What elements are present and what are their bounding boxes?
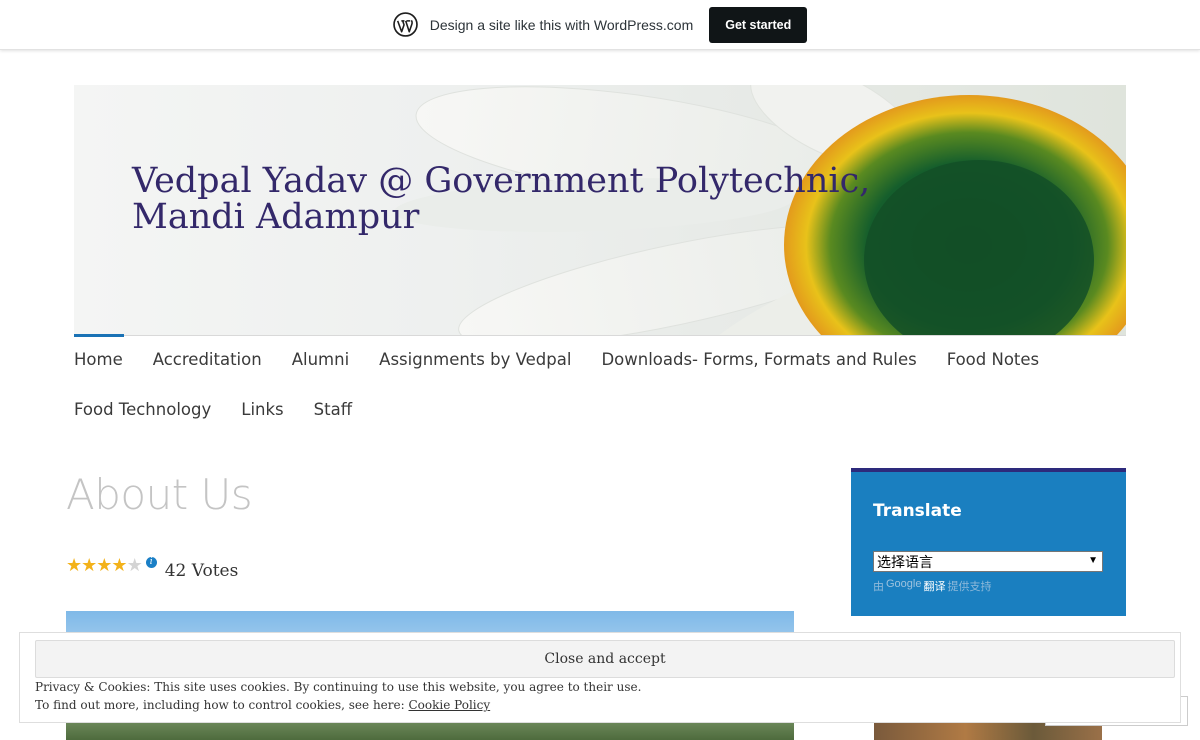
wordpress-logo-icon[interactable] [392, 12, 418, 37]
info-icon[interactable]: i [145, 556, 157, 568]
post-rating: ★ ★ ★ ★ ★ i 42 Votes [66, 549, 238, 581]
nav-item-accreditation[interactable]: Accreditation [153, 350, 262, 369]
wordpress-promo-bar: Design a site like this with WordPress.c… [0, 0, 1200, 50]
star-icon[interactable]: ★ [66, 556, 82, 574]
star-icon[interactable]: ★ [96, 556, 112, 574]
translate-widget: Translate 选择语言 ▼ 由 Google 翻译 提供支持 [851, 468, 1126, 616]
nav-row-1: Home Accreditation Alumni Assignments by… [74, 350, 1069, 369]
powered-by-prefix: 由 [873, 581, 884, 593]
nav-item-home[interactable]: Home [74, 350, 123, 369]
active-nav-indicator [74, 334, 124, 337]
translate-link[interactable]: 翻译 [923, 578, 945, 594]
cookie-more-info-text: To find out more, including how to contr… [35, 698, 405, 712]
nav-item-alumni[interactable]: Alumni [292, 350, 349, 369]
star-empty-icon[interactable]: ★ [127, 556, 143, 574]
site-title[interactable]: Vedpal Yadav @ Government Polytechnic, M… [132, 163, 952, 235]
votes-count: 42 Votes [164, 561, 239, 581]
nav-item-food-notes[interactable]: Food Notes [947, 350, 1039, 369]
google-logo: Google [886, 578, 922, 590]
language-select-value: 选择语言 [877, 553, 933, 570]
cookie-banner: Close and accept Privacy & Cookies: This… [19, 632, 1181, 723]
widget-title: Translate [873, 501, 962, 521]
powered-by-suffix: 提供支持 [947, 581, 992, 593]
cookie-policy-link[interactable]: Cookie Policy [409, 698, 491, 712]
nav-item-staff[interactable]: Staff [314, 400, 352, 419]
nav-item-downloads[interactable]: Downloads- Forms, Formats and Rules [601, 350, 916, 369]
page-title: About Us [66, 470, 253, 519]
star-icon[interactable]: ★ [111, 556, 127, 574]
promo-text: Design a site like this with WordPress.c… [429, 16, 694, 33]
cookie-more-info: To find out more, including how to contr… [35, 698, 490, 712]
close-and-accept-button[interactable]: Close and accept [35, 640, 1175, 678]
star-icon[interactable]: ★ [81, 556, 97, 574]
nav-item-assignments[interactable]: Assignments by Vedpal [379, 350, 571, 369]
site-header-banner: Vedpal Yadav @ Government Polytechnic, M… [74, 85, 1126, 335]
language-select[interactable]: 选择语言 ▼ [873, 551, 1103, 572]
nav-item-food-technology[interactable]: Food Technology [74, 400, 211, 419]
primary-navigation: Home Accreditation Alumni Assignments by… [74, 334, 1126, 419]
powered-by-google: 由 Google 翻译 提供支持 [873, 578, 991, 594]
nav-row-2: Food Technology Links Staff [74, 400, 382, 419]
nav-item-links[interactable]: Links [241, 400, 283, 419]
chevron-down-icon: ▼ [1088, 555, 1098, 566]
cookie-notice-text: Privacy & Cookies: This site uses cookie… [35, 680, 642, 694]
get-started-button[interactable]: Get started [709, 6, 808, 43]
